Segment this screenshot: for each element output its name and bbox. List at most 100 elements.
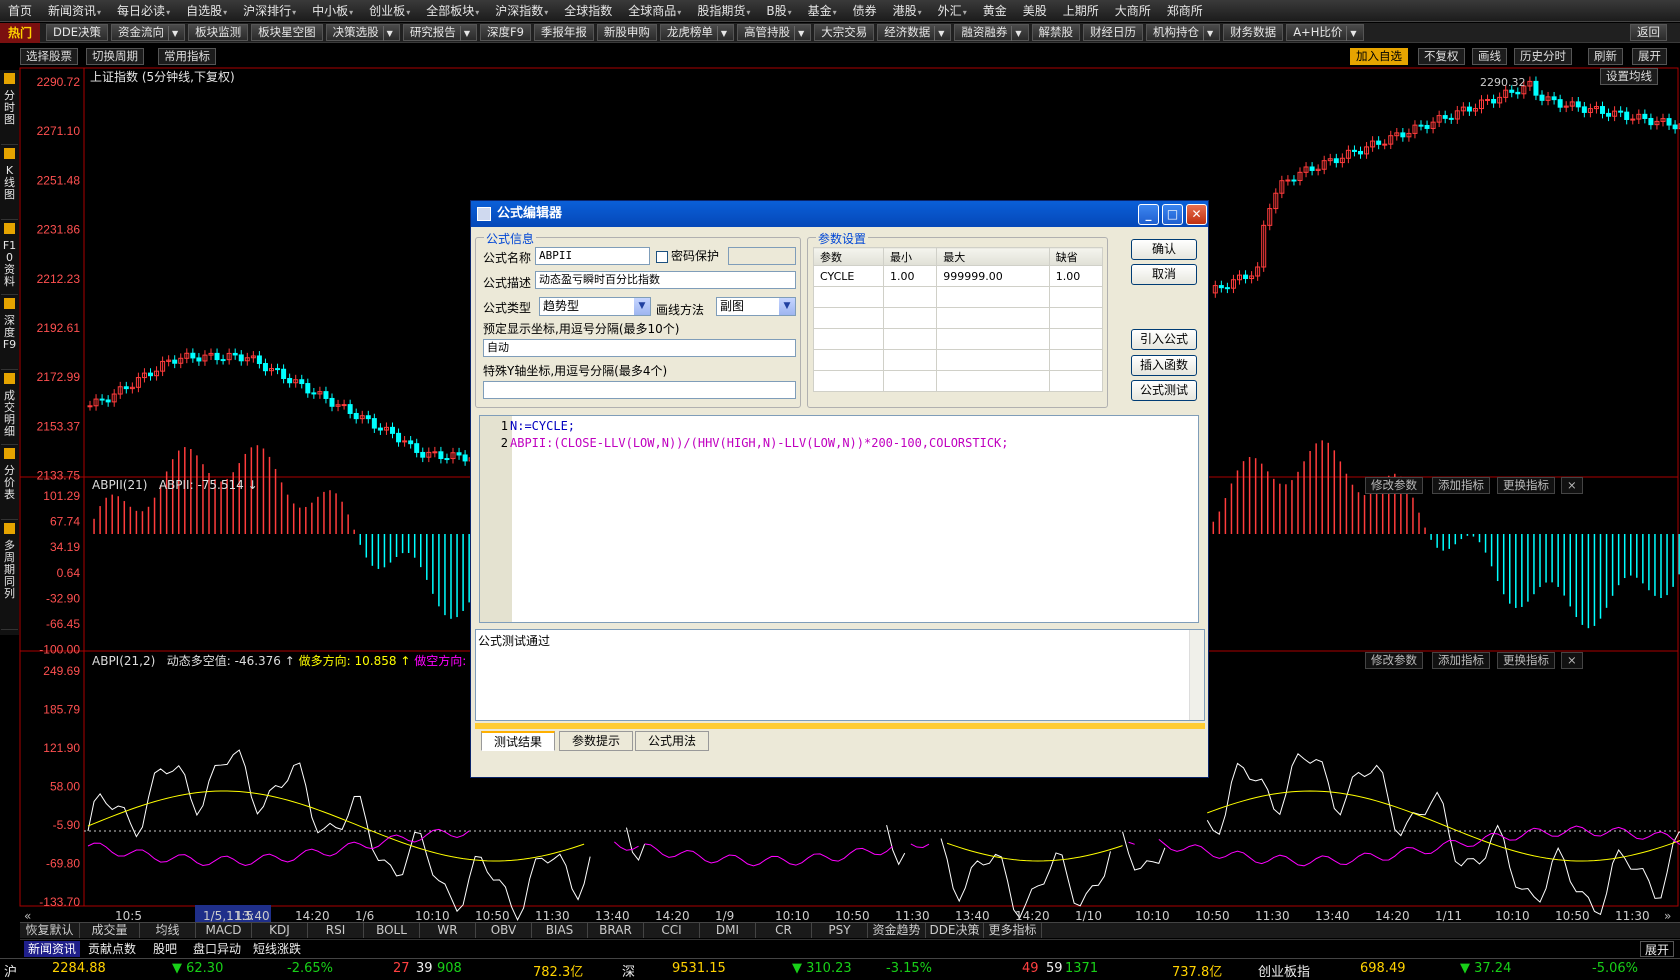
panel-button[interactable]: 修改参数 <box>1365 652 1423 669</box>
menu-item[interactable]: 创业板▾ <box>361 0 418 22</box>
hot-item-button[interactable]: 深度F9 <box>479 24 531 41</box>
menu-item[interactable]: 郑商所 <box>1159 0 1211 22</box>
news-tab[interactable]: 股吧 <box>149 941 181 957</box>
panel-button[interactable]: 添加指标 <box>1432 477 1490 494</box>
close-button[interactable]: ✕ <box>1186 204 1207 225</box>
hot-item-button[interactable]: 财务数据 <box>1223 24 1284 41</box>
hot-item-button[interactable]: 龙虎榜单 ▼ <box>659 24 735 41</box>
param-cell[interactable] <box>813 370 884 392</box>
special-yaxis-input[interactable] <box>483 381 796 399</box>
param-row[interactable] <box>813 370 1104 392</box>
test-result-box[interactable]: 公式测试通过 <box>475 629 1205 721</box>
indicator-tab[interactable]: 成交量 <box>80 923 140 938</box>
menu-item[interactable]: 全球商品▾ <box>620 0 689 22</box>
indicator-tab[interactable]: KDJ <box>252 923 308 938</box>
param-row[interactable] <box>813 307 1104 329</box>
indicator-tab[interactable]: OBV <box>476 923 532 938</box>
menu-item[interactable]: 港股▾ <box>885 0 930 22</box>
menu-item[interactable]: 上期所 <box>1055 0 1107 22</box>
panel-button[interactable]: 添加指标 <box>1432 652 1490 669</box>
expand-button[interactable]: 展开 <box>1632 48 1667 65</box>
param-cell[interactable] <box>936 370 1050 392</box>
dialog-tab[interactable]: 参数提示 <box>559 731 634 751</box>
cancel-button[interactable]: 取消 <box>1131 264 1197 285</box>
maximize-button[interactable]: □ <box>1162 204 1183 225</box>
param-cell[interactable] <box>882 286 938 308</box>
formula-description-input[interactable]: 动态盈亏瞬时百分比指数 <box>535 271 796 289</box>
param-row[interactable] <box>813 349 1104 371</box>
hot-item-button[interactable]: 研究报告 ▼ <box>402 24 477 41</box>
no-adjust-button[interactable]: 不复权 <box>1418 48 1465 65</box>
indicator-tab[interactable]: CR <box>756 923 812 938</box>
menu-item[interactable]: 债券 <box>845 0 885 22</box>
menu-item[interactable]: 中小板▾ <box>304 0 361 22</box>
indicator-tab[interactable]: MACD <box>196 923 252 938</box>
history-timeshare-button[interactable]: 历史分时 <box>1514 48 1572 65</box>
code-editor[interactable]: 1 N:=CYCLE; 2 ABPII:(CLOSE-LLV(LOW,N))/(HHV… <box>479 415 1199 623</box>
param-cell[interactable]: 999999.00 <box>936 265 1050 287</box>
hot-item-button[interactable]: 板块星空图 <box>251 24 323 41</box>
dialog-title-bar[interactable]: 公式编辑器 _ □ ✕ <box>471 201 1208 227</box>
param-cell[interactable] <box>1048 307 1104 329</box>
hot-item-button[interactable]: 资金流向 ▼ <box>111 24 186 41</box>
dialog-tab[interactable]: 公式用法 <box>635 731 710 751</box>
param-row[interactable] <box>813 328 1104 350</box>
indicator-tab[interactable]: BIAS <box>532 923 588 938</box>
password-input[interactable] <box>728 247 796 265</box>
menu-item[interactable]: 首页 <box>0 0 40 22</box>
menu-item[interactable]: 基金▾ <box>800 0 845 22</box>
refresh-button[interactable]: 刷新 <box>1588 48 1623 65</box>
param-cell[interactable] <box>882 307 938 329</box>
indicator-tab[interactable]: 恢复默认 <box>20 923 80 938</box>
news-tab[interactable]: 短线涨跌 <box>249 941 305 957</box>
menu-item[interactable]: 大商所 <box>1107 0 1159 22</box>
panel-button[interactable]: 更换指标 <box>1497 652 1555 669</box>
close-icon[interactable]: × <box>1561 477 1583 494</box>
hot-item-button[interactable]: 高管持股 ▼ <box>737 24 812 41</box>
param-cell[interactable]: CYCLE <box>813 265 884 287</box>
news-tab[interactable]: 贡献点数 <box>84 941 140 957</box>
indicator-tab[interactable]: RSI <box>308 923 364 938</box>
param-row[interactable]: CYCLE 1.00 999999.00 1.00 <box>813 265 1104 287</box>
set-moving-average-button[interactable]: 设置均线 <box>1600 68 1658 85</box>
param-cell[interactable] <box>1048 328 1104 350</box>
param-cell[interactable] <box>1048 286 1104 308</box>
param-cell[interactable]: 1.00 <box>1048 265 1104 287</box>
menu-item[interactable]: 全球指数 <box>556 0 620 22</box>
select-stock-button[interactable]: 选择股票 <box>20 48 78 65</box>
draw-method-select[interactable]: 副图 ▼ <box>716 297 796 316</box>
news-tab[interactable]: 盘口异动 <box>189 941 245 957</box>
return-button[interactable]: 返回 <box>1630 24 1667 41</box>
param-table[interactable]: 参数 最小 最大 缺省 CYCLE 1.00 999999.00 1.00 <box>813 247 1104 392</box>
display-coord-input[interactable]: 自动 <box>483 339 796 357</box>
param-cell[interactable] <box>936 286 1050 308</box>
menu-item[interactable]: 每日必读▾ <box>109 0 178 22</box>
menu-item[interactable]: 美股 <box>1015 0 1055 22</box>
menu-item[interactable]: B股▾ <box>758 0 799 22</box>
scrollbar[interactable] <box>1189 630 1204 720</box>
hot-item-button[interactable]: 财经日历 <box>1083 24 1144 41</box>
hot-item-button[interactable]: 决策选股 ▼ <box>325 24 400 41</box>
confirm-button[interactable]: 确认 <box>1131 239 1197 260</box>
formula-name-input[interactable]: ABPII <box>535 247 650 265</box>
menu-item[interactable]: 全部板块▾ <box>418 0 487 22</box>
draw-line-button[interactable]: 画线 <box>1472 48 1507 65</box>
expand-button[interactable]: 展开 <box>1639 941 1674 957</box>
param-cell[interactable] <box>882 328 938 350</box>
common-indicators-button[interactable]: 常用指标 <box>158 48 216 65</box>
indicator-tab[interactable]: DMI <box>700 923 756 938</box>
menu-item[interactable]: 自选股▾ <box>178 0 235 22</box>
param-cell[interactable] <box>882 349 938 371</box>
param-cell[interactable] <box>813 307 884 329</box>
formula-type-select[interactable]: 趋势型 ▼ <box>539 297 651 316</box>
import-formula-button[interactable]: 引入公式 <box>1131 329 1197 350</box>
news-tab[interactable]: 新闻资讯 <box>24 941 81 957</box>
password-checkbox[interactable] <box>656 251 668 263</box>
indicator-tab[interactable]: 均线 <box>140 923 196 938</box>
indicator-tab[interactable]: BOLL <box>364 923 420 938</box>
indicator-tab[interactable]: BRAR <box>588 923 644 938</box>
param-cell[interactable] <box>936 349 1050 371</box>
menu-item[interactable]: 外汇▾ <box>930 0 975 22</box>
hot-item-button[interactable]: DDE决策 <box>46 24 108 41</box>
param-cell[interactable] <box>1048 370 1104 392</box>
